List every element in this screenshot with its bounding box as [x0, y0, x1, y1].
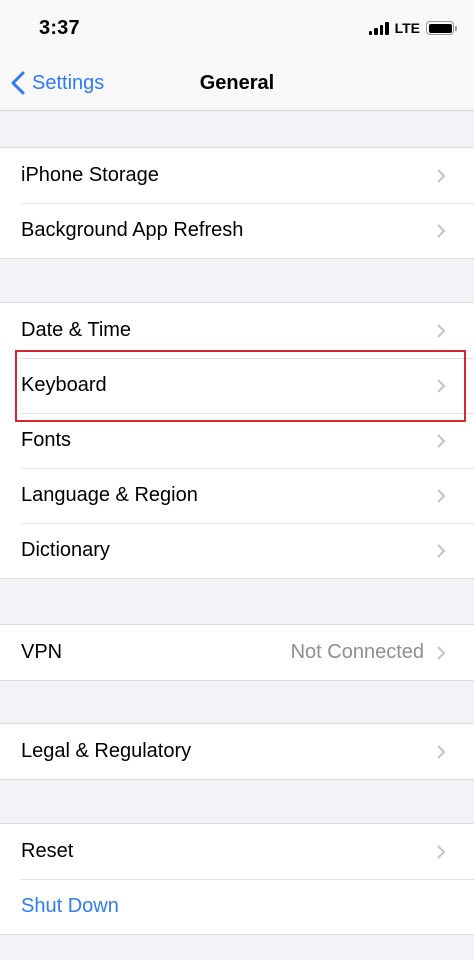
- row-label: Background App Refresh: [21, 219, 244, 241]
- chevron-right-icon: [437, 645, 446, 660]
- row-vpn[interactable]: VPN Not Connected: [0, 625, 474, 680]
- row-iphone-storage[interactable]: iPhone Storage: [0, 148, 474, 203]
- row-label: Keyboard: [21, 374, 107, 396]
- chevron-right-icon: [437, 433, 446, 448]
- row-label: Fonts: [21, 429, 72, 451]
- chevron-right-icon: [437, 168, 446, 183]
- row-label: Reset: [21, 840, 74, 862]
- status-time: 3:37: [39, 17, 80, 39]
- row-label: Date & Time: [21, 319, 132, 341]
- page-title: General: [199, 72, 275, 94]
- chevron-right-icon: [437, 844, 446, 859]
- settings-group-input: Date & Time Keyboard Fonts Language & Re…: [0, 302, 474, 579]
- row-reset[interactable]: Reset: [0, 824, 474, 879]
- row-date-time[interactable]: Date & Time: [0, 303, 474, 358]
- shut-down-label: Shut Down: [21, 895, 119, 917]
- vpn-status: Not Connected: [290, 641, 424, 663]
- row-keyboard[interactable]: Keyboard: [0, 358, 474, 413]
- row-fonts[interactable]: Fonts: [0, 413, 474, 468]
- row-dictionary[interactable]: Dictionary: [0, 523, 474, 578]
- row-background-app-refresh[interactable]: Background App Refresh: [0, 203, 474, 258]
- chevron-right-icon: [437, 223, 446, 238]
- row-label: VPN: [21, 641, 63, 663]
- chevron-right-icon: [437, 378, 446, 393]
- settings-group-legal: Legal & Regulatory: [0, 723, 474, 780]
- chevron-right-icon: [437, 323, 446, 338]
- battery-icon: [426, 21, 457, 35]
- row-label: Dictionary: [21, 539, 110, 561]
- status-indicators: LTE: [368, 20, 457, 36]
- settings-group-reset: Reset Shut Down: [0, 823, 474, 935]
- signal-icon: [368, 21, 389, 35]
- status-bar: 3:37 LTE: [0, 0, 474, 56]
- row-legal-regulatory[interactable]: Legal & Regulatory: [0, 724, 474, 779]
- chevron-right-icon: [437, 744, 446, 759]
- row-label: iPhone Storage: [21, 164, 159, 186]
- network-type: LTE: [394, 20, 420, 36]
- chevron-right-icon: [437, 488, 446, 503]
- chevron-right-icon: [437, 543, 446, 558]
- row-label: Language & Region: [21, 484, 198, 506]
- settings-group-vpn: VPN Not Connected: [0, 624, 474, 681]
- navigation-bar: Settings General: [0, 56, 474, 111]
- shut-down-button[interactable]: Shut Down: [0, 879, 474, 934]
- row-language-region[interactable]: Language & Region: [0, 468, 474, 523]
- row-label: Legal & Regulatory: [21, 740, 192, 762]
- settings-group-storage: iPhone Storage Background App Refresh: [0, 147, 474, 259]
